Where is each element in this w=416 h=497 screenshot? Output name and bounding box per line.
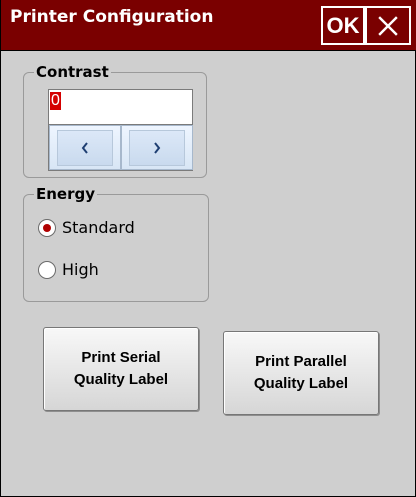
contrast-stepper [48,125,193,171]
contrast-label: Contrast [34,63,111,81]
energy-option-standard[interactable]: Standard [38,219,135,237]
energy-option-high[interactable]: High [38,261,99,279]
energy-option-standard-label: Standard [62,218,135,237]
close-button[interactable] [365,6,411,45]
energy-group: Energy Standard High [23,185,209,302]
contrast-value: 0 [50,92,61,110]
decrease-contrast-button[interactable] [49,125,121,170]
print-parallel-line1: Print Parallel [255,353,347,370]
chevron-left-icon [80,142,90,154]
print-parallel-quality-label-button[interactable]: Print Parallel Quality Label [223,331,379,415]
decrease-contrast-face [57,130,113,166]
radio-selected-dot [43,224,51,232]
energy-option-high-label: High [62,260,99,279]
close-icon [376,14,400,38]
ok-button-label: OK [326,12,360,38]
chevron-right-icon [152,142,162,154]
ok-button[interactable]: OK [321,6,365,45]
radio-high[interactable] [38,261,56,279]
title-bar: Printer Configuration OK [1,0,416,51]
printer-configuration-window: Printer Configuration OK Contrast 0 Ener… [0,0,416,497]
increase-contrast-button[interactable] [121,125,193,170]
contrast-value-field[interactable]: 0 [48,89,193,125]
print-serial-quality-label-button[interactable]: Print Serial Quality Label [43,327,199,411]
window-title: Printer Configuration [10,7,214,27]
energy-label: Energy [34,185,98,203]
print-serial-line2: Quality Label [73,371,169,388]
radio-standard[interactable] [38,219,56,237]
print-serial-line1: Print Serial [81,349,161,366]
increase-contrast-face [129,130,185,166]
print-parallel-line2: Quality Label [253,375,349,392]
